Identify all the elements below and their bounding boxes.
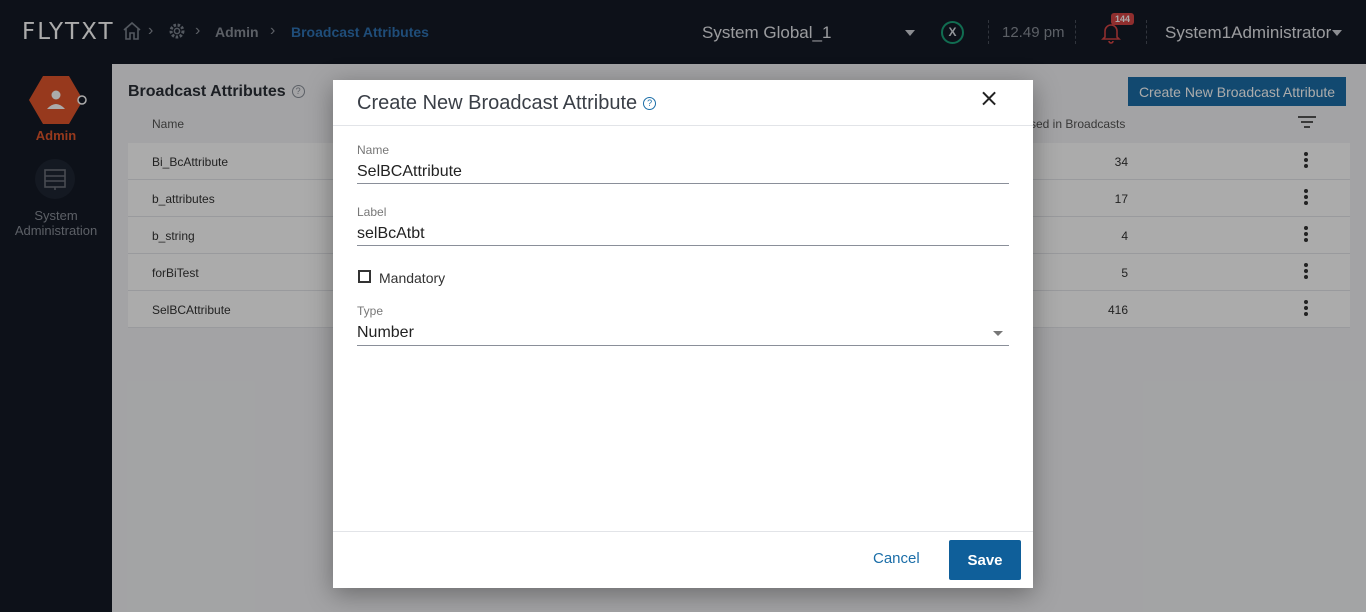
type-select-value: Number xyxy=(357,324,414,341)
save-button[interactable]: Save xyxy=(949,540,1021,580)
divider xyxy=(333,125,1033,126)
mandatory-label[interactable]: Mandatory xyxy=(379,270,445,286)
type-select[interactable]: Number xyxy=(357,321,1009,346)
dialog-title: Create New Broadcast Attribute? xyxy=(357,92,657,115)
label-field[interactable] xyxy=(357,222,1009,246)
close-icon[interactable]: × xyxy=(979,86,999,110)
mandatory-checkbox[interactable] xyxy=(358,270,371,283)
type-field-label: Type xyxy=(357,304,384,318)
dialog-title-text: Create New Broadcast Attribute xyxy=(357,92,638,114)
name-field-label: Name xyxy=(357,143,390,157)
help-icon[interactable]: ? xyxy=(643,97,657,111)
name-field[interactable] xyxy=(357,160,1009,184)
create-attribute-dialog: Create New Broadcast Attribute? × Name L… xyxy=(333,80,1033,588)
caret-down-icon xyxy=(993,331,1003,336)
cancel-button[interactable]: Cancel xyxy=(873,550,920,567)
label-field-label: Label xyxy=(357,205,387,219)
divider xyxy=(333,531,1033,532)
